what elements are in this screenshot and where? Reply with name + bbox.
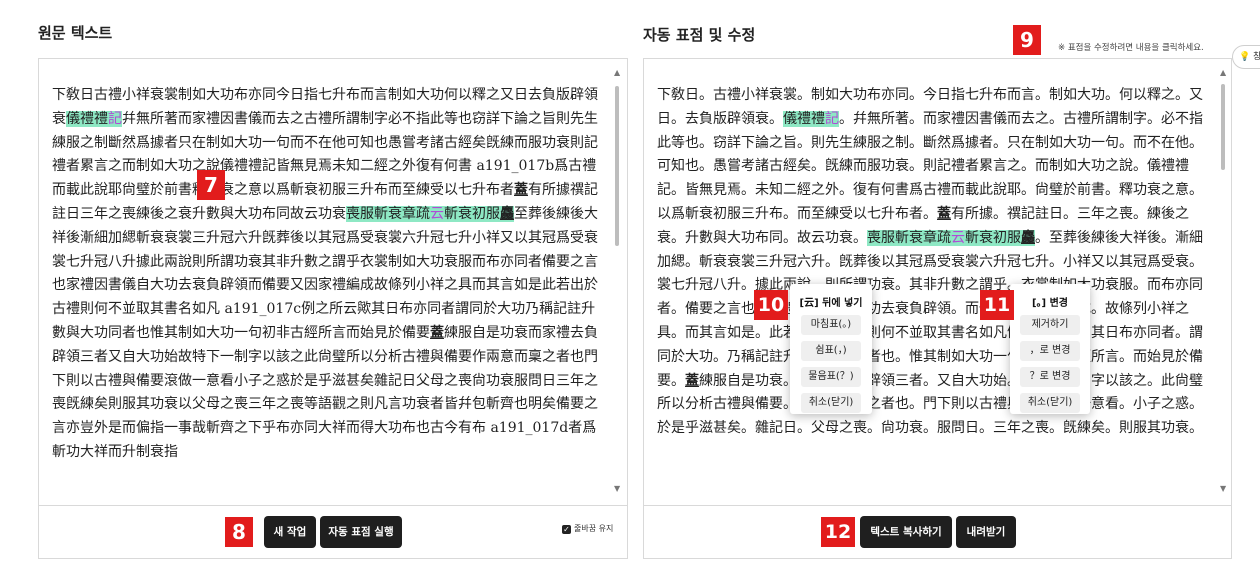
tip-toggle[interactable]: 💡 창 [1232,45,1260,69]
checkbox-icon[interactable]: ✓ [562,525,571,534]
keep-linebreak-toggle[interactable]: ✓ 줄바꿈 유지 [562,523,613,534]
keep-linebreak-label: 줄바꿈 유지 [574,524,614,533]
punctuated-scrollbar[interactable] [1220,80,1226,492]
auto-punctuate-button[interactable]: 자동 표점 실행 [320,516,402,548]
change-to-question-item[interactable]: ？로 변경 [1020,367,1080,387]
insert-period-item[interactable]: 마침표(。) [801,315,861,335]
punctuated-scrollbar-thumb[interactable] [1221,84,1225,170]
highlighted-text-span[interactable]: 斬衰初服 [965,229,1021,246]
punctuated-text-body[interactable]: 下敎日。古禮小祥衰裳。制如大功布亦同。今日指七升布而言。制如大功。何以釋之。又日… [657,84,1205,496]
highlighted-text-span[interactable]: 斬衰初服 [444,205,500,222]
edit-notice: ※ 표점을 수정하려면 내용을 클릭하세요. [1058,43,1204,53]
highlighted-text-span[interactable]: 喪服斬衰章疏 [867,229,951,246]
scroll-down-icon[interactable]: ▼ [614,484,620,493]
change-mark-menu-title: [。] 변경 [1031,298,1069,309]
insert-after-menu: [云] 뒤에 넣기 마침표(。) 쉼표(，) 물음표(？) 취소(닫기) [790,284,872,414]
copy-text-button[interactable]: 텍스트 복사하기 [860,516,952,548]
punctuated-text-title: 자동 표점 및 수정 [643,26,756,44]
annotation-badge-9: 9 [1013,25,1041,55]
highlighted-text-span[interactable]: 記 [108,110,122,127]
highlighted-text-span[interactable]: 儀禮禮 [783,110,825,127]
change-cancel-item[interactable]: 취소(닫기) [1020,393,1080,413]
insert-comma-item[interactable]: 쉼표(，) [801,341,861,361]
highlighted-text-span[interactable]: 麤 [500,205,514,222]
text-span[interactable]: 至葬後練後大祥後漸細加緦斬衰衰裳三升冠六升旣葬後以其冠爲受衰裳六升冠七升小祥又以… [52,206,598,341]
text-span[interactable]: a191_017b [476,158,554,174]
text-span[interactable]: 練服自是功衰。而家禮去負辟領三者。又自大功始。故特下一制字以該之。此尙璧所以分析… [657,373,1203,437]
highlighted-text-span[interactable]: 喪服斬衰章疏 [346,205,430,222]
remove-mark-item[interactable]: 제거하기 [1020,315,1080,335]
annotation-badge-12: 12 [821,517,855,547]
highlighted-text-span[interactable]: 蓋 [430,325,444,341]
scroll-up-icon[interactable]: ▲ [614,68,620,77]
highlighted-text-span[interactable]: 記 [825,110,839,127]
source-scrollbar[interactable] [614,80,620,492]
source-scrollbar-thumb[interactable] [615,86,619,246]
scroll-up-icon[interactable]: ▲ [1220,68,1226,77]
annotation-badge-10: 10 [754,290,788,320]
annotation-badge-8: 8 [225,517,253,547]
text-span[interactable]: 。至葬後練後大祥後。漸細加緦。斬衰衰裳三升冠六升。旣葬後以其冠爲受衰裳六升冠七升… [657,230,1203,389]
insert-after-menu-title: [云] 뒤에 넣기 [799,298,863,309]
highlighted-text-span[interactable]: 云 [951,229,965,246]
annotation-badge-11: 11 [980,290,1014,320]
change-to-comma-item[interactable]: ，로 변경 [1020,341,1080,361]
scroll-down-icon[interactable]: ▼ [1220,484,1226,493]
change-mark-menu: [。] 변경 제거하기 ，로 변경 ？로 변경 취소(닫기) [1010,284,1090,414]
source-text-title: 원문 텍스트 [38,24,113,42]
annotation-badge-7: 7 [197,170,225,200]
highlighted-text-span[interactable]: 蓋 [937,206,951,222]
download-button[interactable]: 내려받기 [956,516,1016,548]
highlighted-text-span[interactable]: 蓋 [685,373,699,389]
text-span[interactable]: 練服自是功衰而家禮去負辟領三者又自大功始故特下一制字以該之此尙璧所以分析古禮與備… [52,325,598,460]
highlighted-text-span[interactable]: 云 [430,205,444,222]
highlighted-text-span[interactable]: 麤 [1021,229,1035,246]
highlighted-text-span[interactable]: 蓋 [514,182,528,198]
new-task-button[interactable]: 새 작업 [264,516,316,548]
insert-question-item[interactable]: 물음표(？) [801,367,861,387]
insert-cancel-item[interactable]: 취소(닫기) [801,393,861,413]
highlighted-text-span[interactable]: 儀禮禮 [66,110,108,127]
source-text-body[interactable]: 下敎日古禮小祥衰裳制如大功布亦同今日指七升布而言制如大功何以釋之又日去負版辟領衰… [52,84,600,496]
